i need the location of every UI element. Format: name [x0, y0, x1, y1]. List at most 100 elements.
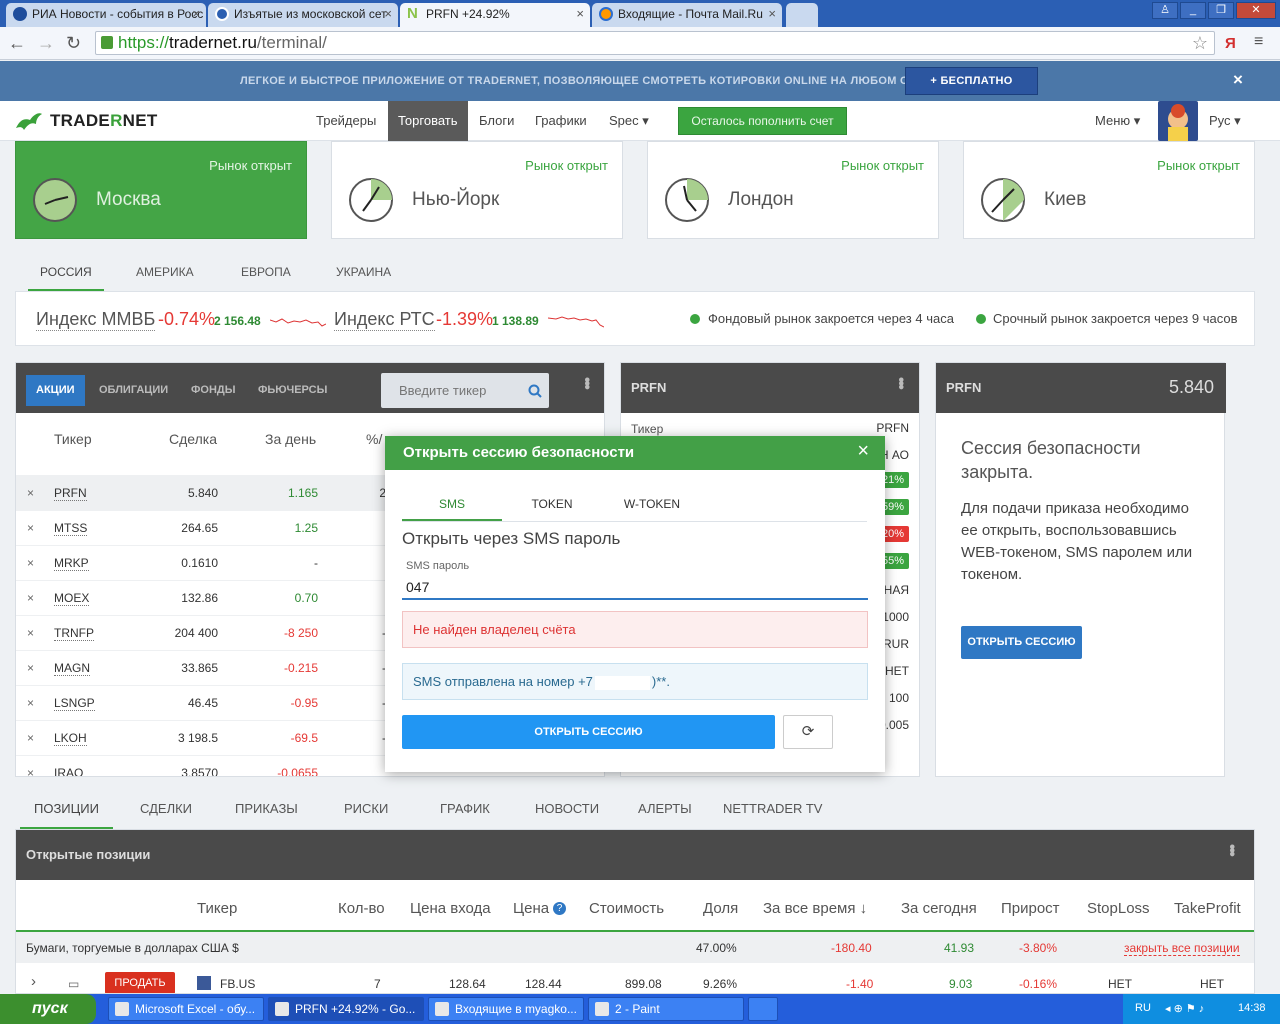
positions-col-3[interactable]: Цена: [513, 900, 549, 917]
bottom-tab-5[interactable]: НОВОСТИ: [521, 794, 613, 829]
taskbar-item[interactable]: PRFN +24.92% - Go...: [268, 997, 424, 1021]
quote-ticker[interactable]: MAGN: [54, 661, 90, 676]
positions-col-9[interactable]: StopLoss: [1087, 900, 1150, 917]
tab-w-token[interactable]: W-TOKEN: [602, 488, 702, 521]
new-tab-button[interactable]: [786, 3, 818, 27]
tab-funds[interactable]: ФОНДЫ: [181, 375, 246, 406]
tab-token[interactable]: TOKEN: [502, 488, 602, 521]
sell-button[interactable]: ПРОДАТЬ: [105, 972, 175, 993]
browser-tab-ria[interactable]: РИА Новости - события в Росс ×: [6, 3, 206, 27]
nav-trade[interactable]: Торговать: [388, 101, 468, 141]
remove-icon[interactable]: ×: [27, 626, 34, 640]
quote-ticker[interactable]: MTSS: [54, 521, 88, 536]
remove-icon[interactable]: ×: [27, 766, 34, 776]
position-stoploss[interactable]: НЕТ: [1108, 977, 1132, 991]
close-icon[interactable]: ×: [768, 3, 776, 25]
remove-icon[interactable]: ×: [27, 661, 34, 675]
positions-col-2[interactable]: Цена входа: [410, 900, 491, 917]
more-icon[interactable]: •••: [577, 377, 595, 388]
positions-col-5[interactable]: Доля: [703, 900, 738, 917]
reload-icon[interactable]: ↻: [66, 33, 81, 54]
positions-col-7[interactable]: За сегодня: [901, 900, 977, 917]
tab-futures[interactable]: ФЬЮЧЕРСЫ: [248, 375, 337, 406]
quote-ticker[interactable]: IRAO: [54, 766, 83, 776]
positions-col-10[interactable]: TakeProfit: [1174, 900, 1241, 917]
nav-blogs[interactable]: Блоги: [469, 101, 524, 141]
back-icon[interactable]: ←: [8, 33, 26, 54]
market-card-kiev[interactable]: Рынок открыт Киев: [963, 141, 1255, 239]
quote-ticker[interactable]: LKOH: [54, 731, 87, 746]
index-name-rts[interactable]: Индекс РТС: [334, 309, 435, 331]
tab-america[interactable]: АМЕРИКА: [124, 256, 206, 291]
user-icon[interactable]: ♙: [1152, 2, 1178, 19]
sms-password-input[interactable]: [402, 575, 868, 600]
tab-sms[interactable]: SMS: [402, 488, 502, 521]
browser-tab-prfn[interactable]: N PRFN +24.92% ×: [400, 3, 590, 27]
refresh-sms-button[interactable]: ⟳: [783, 715, 833, 749]
language-indicator[interactable]: RU: [1135, 1002, 1151, 1014]
open-session-button[interactable]: ОТКРЫТЬ СЕССИЮ: [961, 626, 1082, 659]
position-takeprofit[interactable]: НЕТ: [1200, 977, 1224, 991]
quote-ticker[interactable]: TRNFP: [54, 626, 94, 641]
col-day-change[interactable]: За день: [265, 431, 316, 447]
remove-icon[interactable]: ×: [27, 591, 34, 605]
bottom-tab-1[interactable]: СДЕЛКИ: [126, 794, 206, 829]
topup-button[interactable]: Осталось пополнить счет: [678, 107, 847, 135]
index-name-micex[interactable]: Индекс ММВБ: [36, 309, 156, 331]
tab-bonds[interactable]: ОБЛИГАЦИИ: [89, 375, 178, 406]
browser-tab-mail[interactable]: Входящие - Почта Mail.Ru ×: [592, 3, 782, 27]
address-bar[interactable]: https://tradernet.ru/terminal/ ☆: [95, 31, 1215, 55]
remove-icon[interactable]: ×: [27, 731, 34, 745]
more-icon[interactable]: •••: [891, 377, 909, 388]
remove-icon[interactable]: ×: [27, 696, 34, 710]
free-app-button[interactable]: + БЕСПЛАТНО: [905, 67, 1038, 95]
start-button[interactable]: пуск: [0, 994, 96, 1024]
remove-icon[interactable]: ×: [27, 486, 34, 500]
search-icon[interactable]: [528, 384, 542, 398]
taskbar-item[interactable]: 2 - Paint: [588, 997, 744, 1021]
close-icon[interactable]: ×: [576, 3, 584, 25]
nav-traders[interactable]: Трейдеры: [306, 101, 386, 141]
chevron-right-icon[interactable]: ›: [31, 973, 36, 990]
taskbar-minimized-item[interactable]: [748, 997, 778, 1021]
quote-ticker[interactable]: MOEX: [54, 591, 90, 606]
tab-europe[interactable]: ЕВРОПА: [229, 256, 303, 291]
remove-icon[interactable]: ×: [27, 556, 34, 570]
market-card-newyork[interactable]: Рынок открыт Нью-Йорк: [331, 141, 623, 239]
browser-tab-news[interactable]: Изъятые из московской сет ×: [208, 3, 398, 27]
tab-stocks[interactable]: АКЦИИ: [26, 375, 85, 406]
menu-icon[interactable]: ≡: [1254, 33, 1263, 51]
promo-close-icon[interactable]: ×: [1233, 70, 1243, 90]
submit-open-session-button[interactable]: ОТКРЫТЬ СЕССИЮ: [402, 715, 775, 749]
bottom-tab-0[interactable]: ПОЗИЦИИ: [20, 794, 113, 829]
nav-spec[interactable]: Spec ▾: [599, 101, 659, 141]
bottom-tab-7[interactable]: NETTRADER TV: [709, 794, 836, 829]
positions-col-4[interactable]: Стоимость: [589, 900, 664, 917]
tab-russia[interactable]: РОССИЯ: [28, 256, 104, 291]
quote-ticker[interactable]: PRFN: [54, 486, 87, 501]
col-percent[interactable]: %/: [366, 431, 382, 447]
close-icon[interactable]: ×: [192, 3, 200, 25]
minimize-icon[interactable]: _: [1180, 2, 1206, 19]
bookmark-star-icon[interactable]: ☆: [1192, 32, 1208, 54]
more-icon[interactable]: •••: [1222, 844, 1240, 855]
positions-col-8[interactable]: Прирост: [1001, 900, 1060, 917]
menu-dropdown[interactable]: Меню ▾: [1085, 101, 1150, 141]
quote-ticker[interactable]: MRKP: [54, 556, 89, 571]
position-ticker[interactable]: FB.US: [220, 977, 255, 991]
quote-ticker[interactable]: LSNGP: [54, 696, 95, 711]
bottom-tab-6[interactable]: АЛЕРТЫ: [624, 794, 706, 829]
avatar[interactable]: [1158, 101, 1198, 141]
language-dropdown[interactable]: Рус ▾: [1199, 101, 1251, 141]
help-icon[interactable]: ?: [553, 902, 566, 915]
comment-icon[interactable]: ▭: [68, 977, 79, 991]
bottom-tab-3[interactable]: РИСКИ: [330, 794, 402, 829]
close-all-positions-link[interactable]: закрыть все позиции: [1124, 941, 1240, 956]
remove-icon[interactable]: ×: [27, 521, 34, 535]
positions-col-0[interactable]: Тикер: [197, 900, 237, 917]
market-card-london[interactable]: Рынок открыт Лондон: [647, 141, 939, 239]
forward-icon[interactable]: →: [37, 33, 55, 54]
restore-icon[interactable]: ❐: [1208, 2, 1234, 19]
ticker-search-input[interactable]: [381, 373, 549, 408]
taskbar-item[interactable]: Входящие в myagko...: [428, 997, 584, 1021]
